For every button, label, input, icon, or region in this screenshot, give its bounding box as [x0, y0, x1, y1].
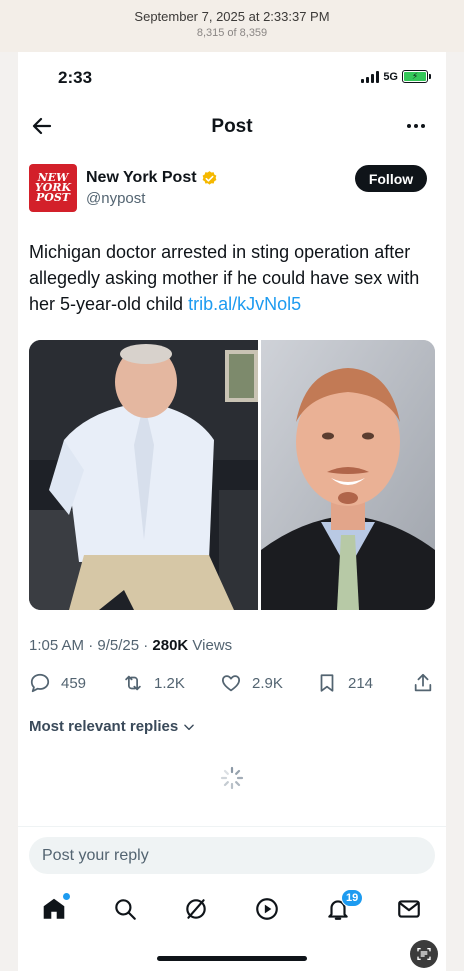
repost-icon [125, 675, 141, 691]
tab-search[interactable] [112, 896, 138, 922]
chevron-down-icon [184, 724, 195, 730]
reply-count: 459 [61, 674, 87, 692]
tab-home[interactable] [41, 893, 70, 922]
photo-portrait[interactable] [261, 340, 435, 610]
post-link[interactable]: trib.al/kJvNol5 [188, 294, 301, 314]
video-icon [256, 898, 278, 920]
notification-badge: 19 [341, 889, 364, 907]
battery-charging-icon: ⚡ [402, 70, 431, 83]
tab-video[interactable] [254, 896, 280, 922]
like-count: 2.9K [252, 674, 283, 692]
repost-button[interactable]: 1.2K [122, 670, 185, 696]
divider [18, 826, 446, 827]
status-indicators: 5G ⚡ [361, 70, 431, 83]
share-icon [414, 673, 432, 692]
status-time: 2:33 [58, 68, 93, 87]
signal-icon [361, 70, 380, 83]
reply-icon [30, 673, 50, 693]
verified-badge-icon [202, 170, 216, 185]
mail-icon [398, 900, 420, 918]
action-bar: 459 1.2K 2.9K 214 [29, 670, 435, 696]
post-meta: 1:05 AM · 9/5/25 · 280K Views [29, 637, 232, 654]
reply-button[interactable]: 459 [29, 670, 86, 696]
bookmark-count: 214 [348, 674, 374, 692]
avatar-text-line: POST [36, 191, 70, 204]
live-text-scan-icon[interactable] [410, 940, 438, 968]
loading-spinner-icon [220, 766, 244, 790]
bookmark-icon [320, 674, 334, 692]
avatar[interactable]: NEW YORK POST [29, 164, 77, 212]
home-unread-dot [63, 893, 70, 900]
post-timestamp[interactable]: 1:05 AM · 9/5/25 · [29, 637, 152, 654]
post-media [29, 340, 435, 610]
tab-notifications[interactable]: 19 [325, 889, 364, 922]
home-indicator[interactable] [157, 956, 307, 961]
network-label: 5G [383, 70, 398, 83]
views-label: Views [188, 637, 233, 654]
photo-arrest[interactable] [29, 340, 258, 610]
author-name-text: New York Post [86, 169, 197, 186]
post-text: Michigan doctor arrested in sting operat… [29, 239, 439, 317]
home-icon [43, 898, 65, 919]
bottom-tab-bar: 19 [18, 889, 446, 930]
heart-icon [221, 675, 241, 692]
bookmark-button[interactable]: 214 [316, 670, 373, 696]
photo-date: September 7, 2025 at 2:33:37 PM [134, 9, 330, 24]
replies-sort-dropdown[interactable]: Most relevant replies [29, 718, 196, 735]
author-handle[interactable]: @nypost [86, 190, 145, 207]
photo-viewer-header: September 7, 2025 at 2:33:37 PM 8,315 of… [0, 0, 464, 52]
replies-sort-label: Most relevant replies [29, 718, 179, 735]
search-icon [115, 899, 136, 920]
like-button[interactable]: 2.9K [220, 670, 283, 696]
photo-count: 8,315 of 8,359 [196, 27, 268, 39]
more-icon[interactable] [404, 114, 428, 138]
follow-button[interactable]: Follow [355, 165, 427, 192]
tab-messages[interactable] [396, 896, 422, 922]
tab-grok[interactable] [183, 896, 209, 922]
reply-input[interactable]: Post your reply [29, 837, 435, 874]
views-count: 280K [152, 637, 189, 654]
page-title: Post [211, 116, 253, 137]
author-name[interactable]: New York Post [86, 169, 218, 187]
grok-icon [186, 899, 206, 919]
share-button[interactable] [412, 670, 434, 696]
phone-screen: 2:33 5G ⚡ Post NEW YORK POST New York Po… [18, 52, 446, 971]
repost-count: 1.2K [154, 674, 185, 692]
